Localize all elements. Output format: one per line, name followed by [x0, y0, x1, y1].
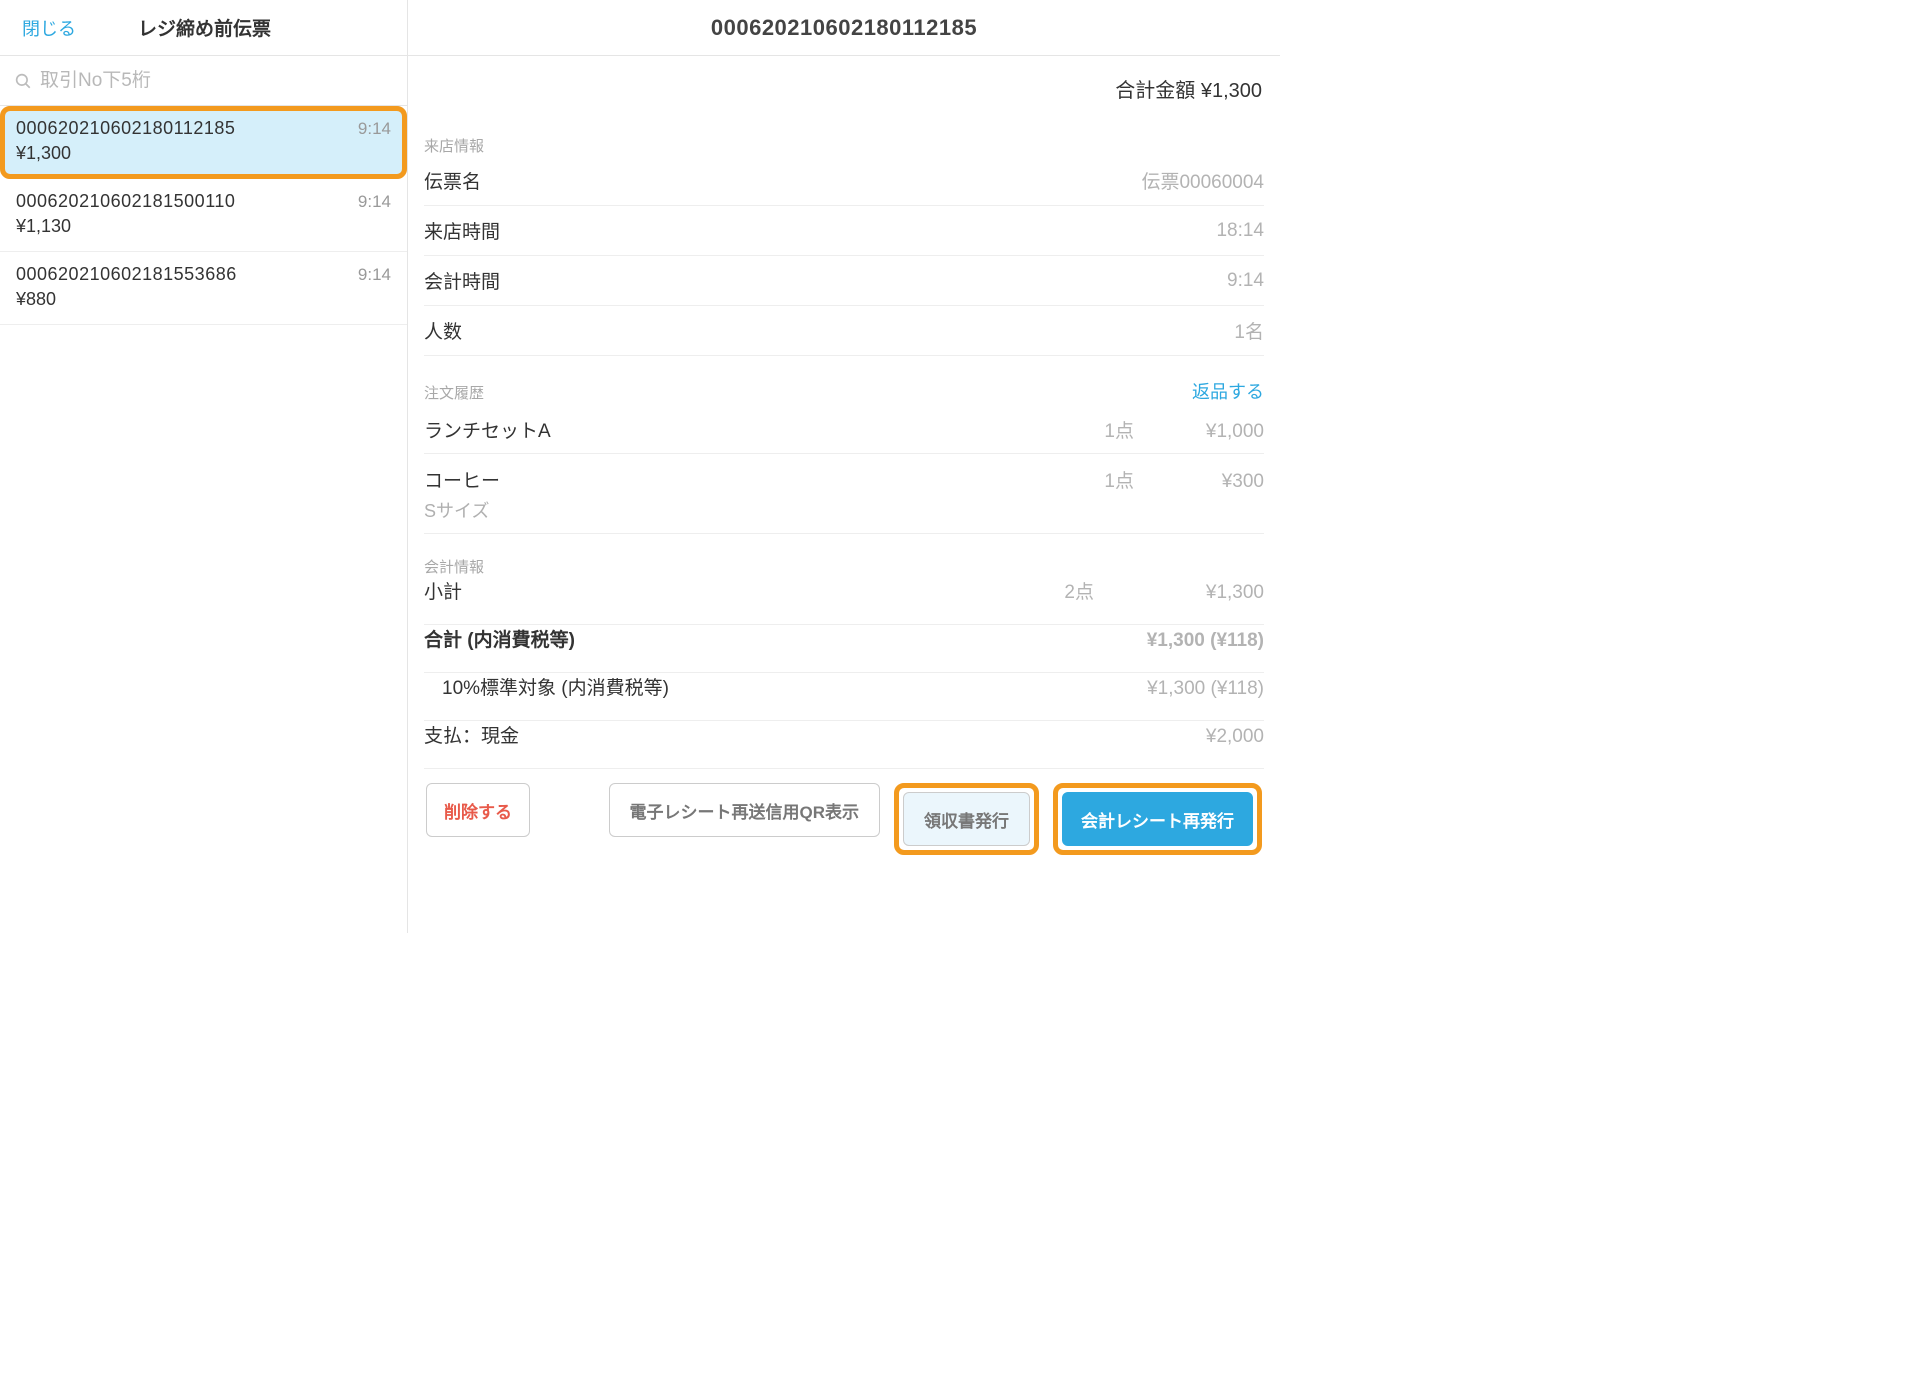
info-key: 伝票名 [424, 167, 481, 194]
left-panel-title: レジ締め前伝票 [138, 14, 271, 41]
order-name: コーヒー [424, 466, 974, 493]
calc-key: 小計 [424, 577, 954, 604]
calc-row: 小計2点¥1,300 [424, 577, 1264, 625]
info-key: 人数 [424, 317, 462, 344]
close-button[interactable]: 閉じる [0, 15, 98, 41]
orders-section-label: 注文履歴 [424, 382, 484, 403]
order-price: ¥300 [1134, 471, 1264, 493]
receipt-item[interactable]: 000620210602180112185 9:14 ¥1,300 [0, 106, 407, 179]
calc-key: 支払：現金 [424, 721, 954, 748]
invoice-button[interactable]: 領収書発行 [903, 792, 1030, 846]
order-row: コーヒー1点¥300 Sサイズ [424, 454, 1264, 534]
calc-key: 10%標準対象 (内消費税等) [424, 673, 954, 700]
return-button[interactable]: 返品する [1192, 378, 1264, 404]
receipt-amount: ¥1,300 [16, 143, 391, 164]
visit-section-label: 来店情報 [424, 135, 484, 156]
visit-info-row: 会計時間 9:14 [424, 256, 1264, 306]
receipt-amount: ¥880 [16, 289, 391, 310]
receipt-time: 9:14 [358, 192, 391, 212]
calc-value: ¥2,000 [1094, 726, 1264, 748]
visit-info-row: 伝票名 伝票00060004 [424, 156, 1264, 206]
order-qty: 1点 [974, 416, 1134, 443]
total-amount: 合計金額 ¥1,300 [424, 56, 1264, 113]
info-key: 来店時間 [424, 217, 500, 244]
qr-button[interactable]: 電子レシート再送信用QR表示 [609, 783, 881, 837]
search-icon [14, 72, 32, 90]
calc-row: 支払：現金 ¥2,000 [424, 721, 1264, 769]
calc-key: 合計 (内消費税等) [424, 625, 954, 652]
highlight-invoice: 領収書発行 [894, 783, 1039, 855]
receipt-item[interactable]: 000620210602181553686 9:14 ¥880 [0, 252, 407, 325]
receipt-list: 0006202106021801121859:14¥1,300000620210… [0, 106, 407, 933]
search-input[interactable] [40, 70, 393, 92]
calc-section-label: 会計情報 [424, 556, 484, 577]
calc-count: 2点 [954, 577, 1094, 604]
detail-title: 000620210602180112185 [408, 15, 1280, 41]
order-qty: 1点 [974, 466, 1134, 493]
order-note: Sサイズ [424, 497, 1264, 523]
order-name: ランチセットA [424, 416, 974, 443]
info-key: 会計時間 [424, 267, 500, 294]
calc-row: 合計 (内消費税等) ¥1,300 (¥118) [424, 625, 1264, 673]
search-box[interactable] [0, 56, 407, 106]
reprint-button[interactable]: 会計レシート再発行 [1062, 792, 1253, 846]
receipt-no: 000620210602181500110 [16, 191, 235, 212]
calc-value: ¥1,300 [1094, 582, 1264, 604]
calc-row: 10%標準対象 (内消費税等) ¥1,300 (¥118) [424, 673, 1264, 721]
receipt-item[interactable]: 000620210602181500110 9:14 ¥1,130 [0, 179, 407, 252]
receipt-no: 000620210602181553686 [16, 264, 237, 285]
visit-info-row: 来店時間 18:14 [424, 206, 1264, 256]
receipt-time: 9:14 [358, 119, 391, 139]
receipt-no: 000620210602180112185 [16, 118, 235, 139]
order-price: ¥1,000 [1134, 421, 1264, 443]
highlight-reprint: 会計レシート再発行 [1053, 783, 1262, 855]
order-row: ランチセットA1点¥1,000 [424, 404, 1264, 454]
info-value: 伝票00060004 [1141, 167, 1264, 194]
visit-info-row: 人数 1名 [424, 306, 1264, 356]
info-value: 9:14 [1227, 270, 1264, 292]
receipt-time: 9:14 [358, 265, 391, 285]
delete-button[interactable]: 削除する [426, 783, 530, 837]
calc-value: ¥1,300 (¥118) [1094, 678, 1264, 700]
calc-value: ¥1,300 (¥118) [1094, 630, 1264, 652]
receipt-amount: ¥1,130 [16, 216, 391, 237]
info-value: 1名 [1234, 317, 1264, 344]
info-value: 18:14 [1216, 220, 1264, 242]
